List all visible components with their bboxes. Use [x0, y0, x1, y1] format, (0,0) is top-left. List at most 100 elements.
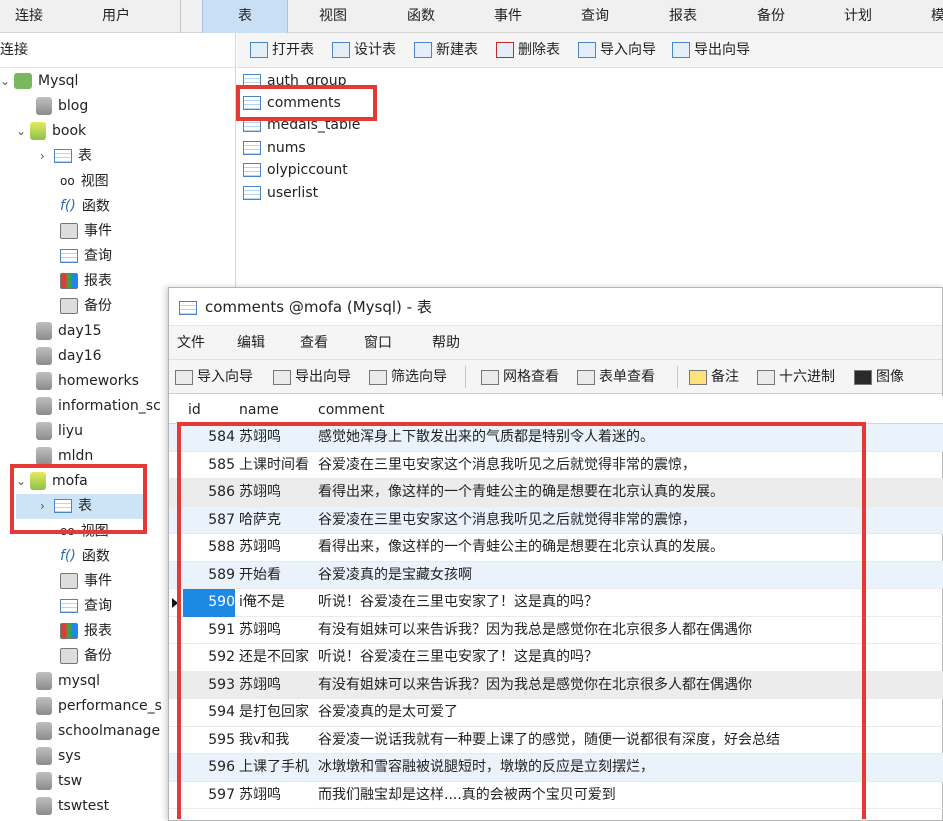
open-table-button[interactable]: 打开表 [250, 33, 314, 68]
tree-item-db-day15[interactable]: day15 [36, 319, 102, 344]
tree-item-db-performance-schema[interactable]: performance_s [36, 694, 162, 719]
cell-name[interactable]: 苏翊鸣 [239, 617, 315, 645]
tree-item-book-queries[interactable]: 查询 [60, 244, 112, 269]
table-item-userlist[interactable]: userlist [243, 182, 318, 204]
tree-item-db-day16[interactable]: day16 [36, 344, 102, 369]
tree-item-db-liyu[interactable]: liyu [36, 419, 83, 444]
table-row[interactable]: 589 开始看 谷爱凌真的是宝藏女孩啊 [169, 561, 943, 590]
tree-item-mofa-backups[interactable]: 备份 [60, 644, 112, 669]
table-item-nums[interactable]: nums [243, 137, 306, 159]
tree-item-db-schoolmanage[interactable]: schoolmanage [36, 719, 160, 744]
tab-connect[interactable]: 连接 [0, 0, 58, 33]
tab-query[interactable]: 查询 [560, 0, 630, 33]
cell-comment[interactable]: 看得出来，像这样的一个青蛙公主的确是想要在北京认真的发展。 [318, 534, 938, 562]
tree-item-db-blog[interactable]: blog [36, 94, 88, 119]
cell-id[interactable]: 597 [183, 782, 235, 810]
cell-comment[interactable]: 有没有姐妹可以来告诉我？因为我总是感觉你在北京很多人都在偶遇你 [318, 617, 938, 645]
menu-file[interactable]: 文件 [177, 326, 205, 360]
tree-item-db-mysql[interactable]: mysql [36, 669, 100, 694]
cell-name[interactable]: 上课时间看 [239, 452, 315, 480]
cell-name[interactable]: 苏翊鸣 [239, 672, 315, 700]
cell-comment[interactable]: 有没有姐妹可以来告诉我？因为我总是感觉你在北京很多人都在偶遇你 [318, 672, 938, 700]
tree-item-mofa-tables[interactable]: › 表 [16, 494, 146, 519]
cell-name[interactable]: 苏翊鸣 [239, 479, 315, 507]
table-row[interactable]: 590 i俺不是 听说！谷爱凌在三里屯安家了！这是真的吗？ [169, 589, 943, 617]
tree-item-mofa-events[interactable]: 事件 [60, 569, 112, 594]
chevron-right-icon[interactable]: › [40, 494, 54, 519]
tree-item-mysql-connection[interactable]: ⌄ Mysql [0, 69, 78, 94]
tree-item-db-mldn[interactable]: mldn [36, 444, 93, 469]
tree-item-db-tsw[interactable]: tsw [36, 769, 82, 794]
cell-id[interactable]: 588 [183, 534, 235, 562]
tree-item-db-mofa[interactable]: ⌄ mofa [16, 469, 88, 494]
export-wizard-tool[interactable]: 导出向导 [273, 360, 351, 394]
menu-help[interactable]: 帮助 [432, 326, 460, 360]
table-row[interactable]: 591 苏翊鸣 有没有姐妹可以来告诉我？因为我总是感觉你在北京很多人都在偶遇你 [169, 617, 943, 645]
filter-wizard-tool[interactable]: 筛选向导 [369, 360, 447, 394]
chevron-down-icon[interactable]: ⌄ [16, 119, 30, 144]
cell-comment[interactable]: 谷爱凌在三里屯安家这个消息我听见之后就觉得非常的震惊， [318, 452, 938, 480]
menu-window[interactable]: 窗口 [364, 326, 392, 360]
tree-item-mofa-reports[interactable]: 报表 [60, 619, 112, 644]
tree-item-db-book[interactable]: ⌄ book [16, 119, 86, 144]
table-item-olypiccount[interactable]: olypiccount [243, 159, 348, 181]
cell-id[interactable]: 593 [183, 672, 235, 700]
cell-name[interactable]: 哈萨克 [239, 507, 315, 535]
table-row[interactable]: 584 苏翊鸣 感觉她浑身上下散发出来的气质都是特别令人着迷的。 [169, 424, 943, 452]
table-row[interactable]: 595 我v和我 谷爱凌一说话我就有一种要上课了的感觉，随便一说都很有深度，好会总结 [169, 727, 943, 755]
table-row[interactable]: 596 上课了手机 冰墩墩和雪容融被说腿短时，墩墩的反应是立刻摆烂， [169, 754, 943, 782]
cell-comment[interactable]: 冰墩墩和雪容融被说腿短时，墩墩的反应是立刻摆烂， [318, 754, 938, 782]
design-table-button[interactable]: 设计表 [332, 33, 396, 68]
menu-edit[interactable]: 编辑 [237, 326, 265, 360]
cell-name[interactable]: i俺不是 [239, 589, 315, 617]
tab-report[interactable]: 报表 [648, 0, 718, 33]
cell-id[interactable]: 590 [183, 589, 235, 617]
tree-item-book-backups[interactable]: 备份 [60, 294, 112, 319]
grid-view-tool[interactable]: 网格查看 [481, 360, 559, 394]
tree-item-db-sys[interactable]: sys [36, 744, 81, 769]
table-item-comments[interactable]: comments [243, 92, 341, 114]
chevron-down-icon[interactable]: ⌄ [0, 69, 14, 94]
tab-function[interactable]: 函数 [386, 0, 456, 33]
cell-name[interactable]: 开始看 [239, 562, 315, 590]
cell-id[interactable]: 586 [183, 479, 235, 507]
tab-model[interactable]: 模 [923, 0, 943, 33]
tree-item-book-functions[interactable]: f() 函数 [60, 194, 110, 219]
tree-item-db-information-schema[interactable]: information_sc [36, 394, 161, 419]
import-wizard-button[interactable]: 导入向导 [578, 33, 656, 68]
table-item-auth-group[interactable]: auth_group [243, 70, 346, 92]
table-row[interactable]: 594 是打包回家 谷爱凌真的是太可爱了 [169, 699, 943, 727]
tree-item-mofa-queries[interactable]: 查询 [60, 594, 112, 619]
tab-event[interactable]: 事件 [473, 0, 543, 33]
table-row[interactable]: 597 苏翊鸣 而我们融宝却是这样....真的会被两个宝贝可爱到 [169, 782, 943, 810]
column-header-comment[interactable]: comment [318, 396, 385, 424]
table-row[interactable]: 588 苏翊鸣 看得出来，像这样的一个青蛙公主的确是想要在北京认真的发展。 [169, 534, 943, 562]
chevron-right-icon[interactable]: › [40, 144, 54, 169]
cell-comment[interactable]: 谷爱凌真的是太可爱了 [318, 699, 938, 727]
tree-item-book-events[interactable]: 事件 [60, 219, 112, 244]
delete-table-button[interactable]: 删除表 [496, 33, 560, 68]
tab-table[interactable]: 表 [202, 0, 288, 33]
column-header-name[interactable]: name [239, 396, 279, 424]
cell-id[interactable]: 589 [183, 562, 235, 590]
cell-comment[interactable]: 感觉她浑身上下散发出来的气质都是特别令人着迷的。 [318, 424, 938, 452]
hex-tool[interactable]: 十六进制 [757, 360, 835, 394]
cell-name[interactable]: 我v和我 [239, 727, 315, 755]
table-row[interactable]: 585 上课时间看 谷爱凌在三里屯安家这个消息我听见之后就觉得非常的震惊， [169, 452, 943, 480]
tab-backup[interactable]: 备份 [736, 0, 806, 33]
cell-comment[interactable]: 听说！谷爱凌在三里屯安家了！这是真的吗？ [318, 644, 938, 672]
tab-user[interactable]: 用户 [86, 0, 146, 33]
tree-item-db-tswtest[interactable]: tswtest [36, 794, 109, 819]
table-row[interactable]: 587 哈萨克 谷爱凌在三里屯安家这个消息我听见之后就觉得非常的震惊， [169, 506, 943, 535]
cell-name[interactable]: 上课了手机 [239, 754, 315, 782]
table-row[interactable]: 593 苏翊鸣 有没有姐妹可以来告诉我？因为我总是感觉你在北京很多人都在偶遇你 [169, 671, 943, 700]
cell-id[interactable]: 592 [183, 644, 235, 672]
cell-name[interactable]: 还是不回家 [239, 644, 315, 672]
cell-name[interactable]: 苏翊鸣 [239, 424, 315, 452]
cell-id[interactable]: 594 [183, 699, 235, 727]
tab-view[interactable]: 视图 [298, 0, 368, 33]
cell-id[interactable]: 596 [183, 754, 235, 782]
cell-name[interactable]: 苏翊鸣 [239, 534, 315, 562]
cell-id[interactable]: 587 [183, 507, 235, 535]
cell-comment[interactable]: 听说！谷爱凌在三里屯安家了！这是真的吗？ [318, 589, 938, 617]
